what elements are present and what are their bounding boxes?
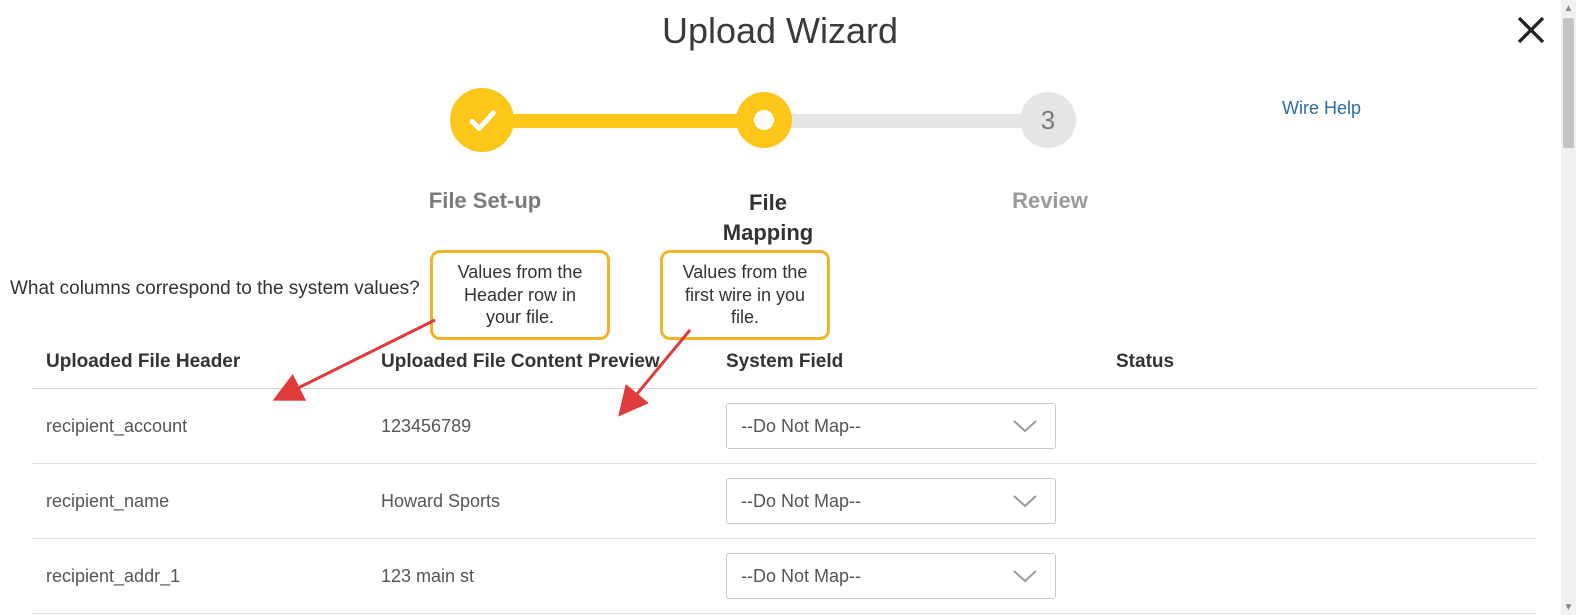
cell-file-header: recipient_addr_1 [32, 566, 367, 587]
select-value: --Do Not Map-- [741, 491, 861, 512]
vertical-scrollbar[interactable]: ▲ ▼ [1561, 0, 1576, 615]
cell-content-preview: 123 main st [367, 566, 712, 587]
system-field-select[interactable]: --Do Not Map-- [726, 478, 1056, 524]
step-1-node[interactable] [450, 88, 514, 152]
mapping-question: What columns correspond to the system va… [10, 278, 420, 300]
wire-help-link[interactable]: Wire Help [1282, 98, 1361, 119]
stepper-track-fill [480, 114, 780, 128]
cell-file-header: recipient_name [32, 491, 367, 512]
col-header-system-field: System Field [712, 351, 1102, 373]
system-field-select[interactable]: --Do Not Map-- [726, 553, 1056, 599]
table-header-row: Uploaded File Header Uploaded File Conte… [32, 336, 1537, 389]
callout-first-wire: Values from the first wire in you file. [660, 250, 830, 340]
step-3-label: Review [1000, 188, 1100, 214]
scroll-down-icon[interactable]: ▼ [1561, 599, 1576, 615]
chevron-down-icon [1011, 418, 1039, 434]
table-row: recipient_name Howard Sports --Do Not Ma… [32, 464, 1537, 539]
col-header-content-preview: Uploaded File Content Preview [367, 351, 712, 373]
progress-stepper: 3 File Set-up File Mapping Review [440, 86, 1090, 246]
table-row: recipient_addr_1 123 main st --Do Not Ma… [32, 539, 1537, 614]
scrollbar-thumb[interactable] [1563, 18, 1574, 148]
step-2-label: File Mapping [708, 188, 828, 247]
select-value: --Do Not Map-- [741, 416, 861, 437]
step-3-node: 3 [1020, 92, 1076, 148]
step-1-label: File Set-up [410, 188, 560, 214]
step-3-number: 3 [1041, 105, 1055, 136]
close-button[interactable] [1513, 12, 1557, 56]
select-value: --Do Not Map-- [741, 566, 861, 587]
table-row: recipient_account 123456789 --Do Not Map… [32, 389, 1537, 464]
chevron-down-icon [1011, 568, 1039, 584]
current-step-dot-icon [754, 110, 774, 130]
close-icon [1513, 12, 1549, 48]
col-header-uploaded-file-header: Uploaded File Header [32, 351, 367, 373]
chevron-down-icon [1011, 493, 1039, 509]
cell-file-header: recipient_account [32, 416, 367, 437]
cell-content-preview: Howard Sports [367, 491, 712, 512]
wizard-viewport: Upload Wizard Wire Help 3 File Set-up Fi… [0, 0, 1561, 615]
callout-header-row: Values from the Header row in your file. [430, 250, 610, 340]
col-header-status: Status [1102, 351, 1537, 373]
check-icon [465, 103, 499, 137]
cell-content-preview: 123456789 [367, 416, 712, 437]
system-field-select[interactable]: --Do Not Map-- [726, 403, 1056, 449]
mapping-table: Uploaded File Header Uploaded File Conte… [32, 336, 1537, 614]
scroll-up-icon[interactable]: ▲ [1561, 0, 1576, 16]
step-2-node[interactable] [736, 92, 792, 148]
page-title: Upload Wizard [0, 10, 1560, 52]
